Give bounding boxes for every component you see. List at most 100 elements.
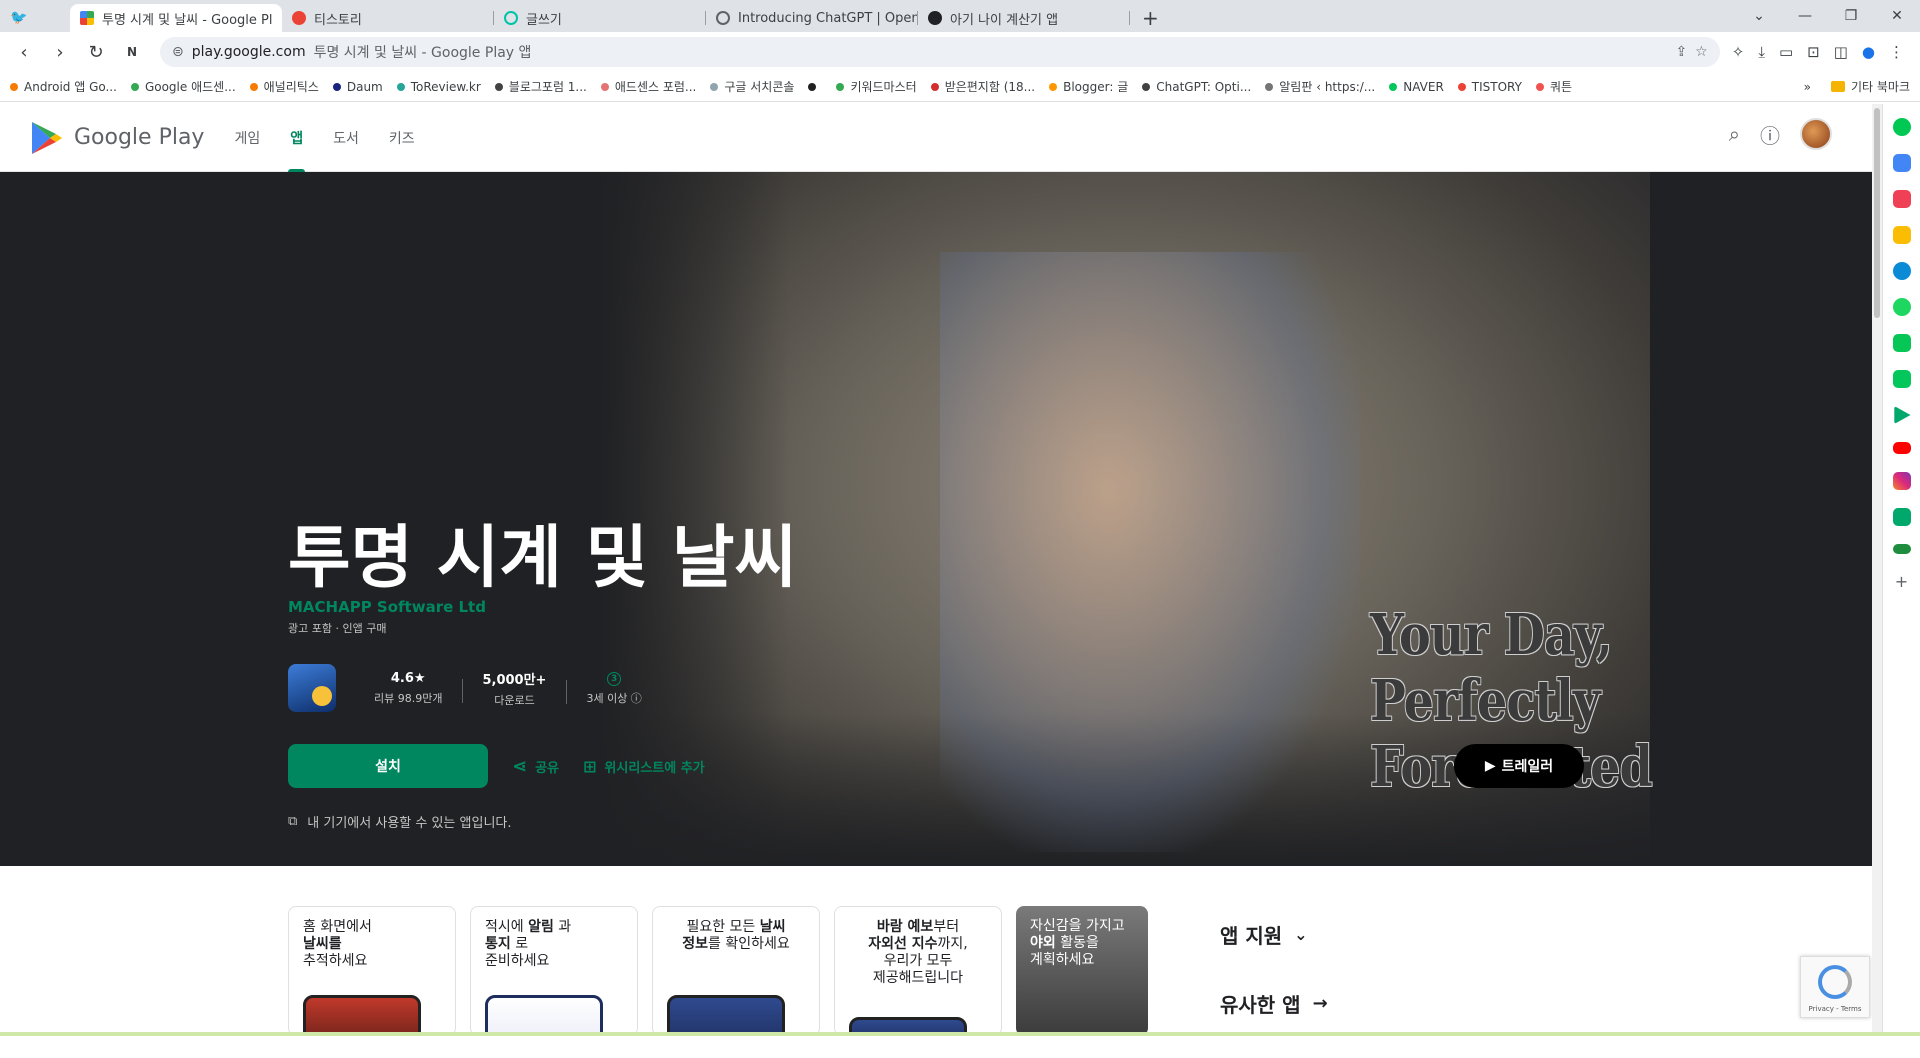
- screenshot-5[interactable]: 자신감을 가지고 야외 활동을 계획하세요: [1016, 906, 1148, 1036]
- chevron-down-icon: ⌄: [1294, 925, 1308, 944]
- bookmark-favicon-icon: [1049, 82, 1058, 91]
- share-page-icon[interactable]: ⇪: [1675, 44, 1687, 60]
- camera-icon[interactable]: ▭: [1779, 43, 1793, 61]
- nav-apps[interactable]: 앱: [288, 104, 305, 172]
- openai-favicon-icon: [716, 11, 730, 25]
- new-tab-button[interactable]: +: [1130, 4, 1171, 32]
- sidebar-play-icon[interactable]: [1894, 406, 1911, 424]
- bookmark-favicon-icon: [10, 82, 18, 91]
- bookmark-item[interactable]: 키워드마스터: [836, 78, 917, 95]
- bookmark-item[interactable]: 알림판 ‹ https:/...: [1265, 78, 1375, 95]
- bookmark-item[interactable]: Google 애드센...: [130, 78, 236, 95]
- forward-icon[interactable]: ›: [44, 36, 76, 68]
- share-button[interactable]: ⋖ 공유: [512, 756, 559, 777]
- bookmark-item[interactable]: 받은편지함 (18...: [930, 78, 1035, 95]
- nav-games[interactable]: 게임: [234, 104, 260, 172]
- similar-apps-link[interactable]: 유사한 앱 →: [1220, 989, 1328, 1018]
- sidebar-pocket-icon[interactable]: [1892, 190, 1911, 208]
- sidebar-add-icon[interactable]: +: [1895, 572, 1908, 591]
- trailer-button[interactable]: ▶ 트레일러: [1454, 744, 1584, 788]
- recaptcha-badge[interactable]: Privacy - Terms: [1800, 956, 1870, 1018]
- page-scrollbar[interactable]: [1872, 104, 1882, 1036]
- bookmark-item[interactable]: 쿼튼: [1535, 78, 1572, 95]
- stat-age[interactable]: 3 3세 이상 ⓘ: [566, 670, 661, 706]
- address-bar[interactable]: ⊜ play.google.com 투명 시계 및 날씨 - Google Pl…: [160, 37, 1720, 67]
- tab-title: 아기 나이 계산기 앱: [950, 12, 1059, 28]
- play-nav: 게임 앱 도서 키즈: [234, 104, 415, 172]
- bookmark-item[interactable]: 애드센스 포럼...: [600, 78, 696, 95]
- tab-0[interactable]: 투명 시계 및 날씨 - Google Pl: [70, 4, 282, 32]
- play-logo[interactable]: Google Play: [30, 120, 204, 156]
- sidebar-green-icon[interactable]: [1892, 118, 1911, 136]
- nav-kids[interactable]: 키즈: [389, 104, 415, 172]
- sidebar-naver-icon[interactable]: [1892, 370, 1911, 388]
- bookmark-favicon-icon: [1265, 82, 1274, 91]
- minimize-icon[interactable]: —: [1782, 0, 1828, 32]
- sidebar-instagram-icon[interactable]: [1892, 472, 1911, 490]
- side-panel-icon[interactable]: ◫: [1834, 43, 1848, 61]
- screenshot-icon[interactable]: ⊡: [1807, 43, 1820, 61]
- sidebar-edge-icon[interactable]: [1892, 262, 1911, 280]
- tab-search-icon-area[interactable]: 🐦: [0, 4, 70, 32]
- scrollbar-thumb[interactable]: [1874, 108, 1880, 318]
- bookmark-star-icon[interactable]: ☆: [1695, 44, 1708, 60]
- bookmarks-more-button[interactable]: »: [1804, 80, 1811, 94]
- bookmark-item[interactable]: ToReview.kr: [396, 80, 481, 94]
- site-info-icon[interactable]: ⊜: [172, 44, 184, 60]
- sidebar-youtube-icon[interactable]: [1892, 442, 1911, 454]
- install-button[interactable]: 설치: [288, 744, 488, 788]
- sidebar-stocks-icon[interactable]: [1892, 544, 1911, 554]
- age-rating-badge: 3: [607, 672, 622, 686]
- sidebar-shopping-icon[interactable]: [1892, 154, 1911, 172]
- screenshot-4[interactable]: 바람 예보부터 자외선 지수까지, 우리가 모두 제공해드립니다: [834, 906, 1002, 1036]
- sidebar-line-icon[interactable]: [1892, 334, 1911, 352]
- sidebar-star-icon[interactable]: [1892, 226, 1911, 244]
- developer-link[interactable]: MACHAPP Software Ltd: [288, 598, 486, 616]
- restore-icon[interactable]: ❐: [1828, 0, 1874, 32]
- bookmark-item[interactable]: ChatGPT: Opti...: [1142, 80, 1251, 94]
- bookmark-item[interactable]: Blogger: 글: [1049, 78, 1128, 95]
- sidebar-music-icon[interactable]: [1892, 298, 1911, 316]
- google-play-logo-icon: [32, 121, 62, 154]
- download-icon[interactable]: ⤓: [1758, 43, 1765, 61]
- sidebar-download-icon[interactable]: [1892, 508, 1911, 526]
- bookmark-item[interactable]: 블로그포럼 1...: [494, 78, 587, 95]
- extensions-icon[interactable]: ✧: [1732, 43, 1745, 61]
- profile-icon[interactable]: ●: [1862, 43, 1875, 61]
- reload-icon[interactable]: ↻: [80, 36, 112, 68]
- bookmarks-overflow: » 기타 북마크: [1804, 78, 1910, 95]
- nav-books[interactable]: 도서: [333, 104, 359, 172]
- bookmark-item[interactable]: [808, 82, 822, 91]
- search-icon[interactable]: ⌕: [1729, 122, 1740, 146]
- other-bookmarks[interactable]: 기타 북마크: [1830, 78, 1910, 95]
- app-title: 투명 시계 및 날씨: [288, 519, 797, 598]
- app-support-toggle[interactable]: 앱 지원 ⌄: [1220, 920, 1328, 949]
- tab-4[interactable]: 아기 나이 계산기 앱: [918, 4, 1130, 32]
- stat-rating[interactable]: 4.6★ 리뷰 98.9만개: [354, 671, 462, 706]
- help-icon[interactable]: ⓘ: [1760, 120, 1780, 149]
- screenshot-1[interactable]: 홈 화면에서 날씨를 추적하세요: [288, 906, 456, 1036]
- bookmark-item[interactable]: Android 앱 Go...: [10, 78, 117, 95]
- bookmark-item[interactable]: NAVER: [1389, 80, 1444, 94]
- back-icon[interactable]: ‹: [8, 36, 40, 68]
- menu-icon[interactable]: ⋮: [1889, 43, 1904, 61]
- tab-search-icon[interactable]: ⌄: [1736, 0, 1782, 32]
- tab-3[interactable]: Introducing ChatGPT | OpenA: [706, 4, 918, 32]
- extension-n-icon[interactable]: N: [116, 36, 148, 68]
- bookmark-item[interactable]: Daum: [332, 80, 383, 94]
- screenshot-3[interactable]: 필요한 모든 날씨 정보를 확인하세요: [652, 906, 820, 1036]
- wishlist-button[interactable]: ⊞ 위시리스트에 추가: [583, 757, 705, 776]
- tab-1[interactable]: 티스토리: [282, 4, 494, 32]
- close-icon[interactable]: ✕: [1874, 0, 1920, 32]
- bookmark-favicon-icon: [249, 82, 258, 91]
- bookmark-item[interactable]: 구글 서치콘솔: [710, 78, 794, 95]
- bookmark-item[interactable]: 애널리틱스: [249, 78, 319, 95]
- tab-2[interactable]: 글쓰기: [494, 4, 706, 32]
- avatar[interactable]: [1800, 118, 1832, 150]
- screenshot-2[interactable]: 적시에 알림 과 통지 로 준비하세요: [470, 906, 638, 1036]
- arrow-right-icon: →: [1312, 993, 1328, 1014]
- bookmark-favicon-icon: [808, 82, 817, 91]
- window-controls: ⌄ — ❐ ✕: [1736, 0, 1920, 32]
- bookmark-favicon-icon: [600, 82, 609, 91]
- bookmark-item[interactable]: TISTORY: [1457, 80, 1522, 94]
